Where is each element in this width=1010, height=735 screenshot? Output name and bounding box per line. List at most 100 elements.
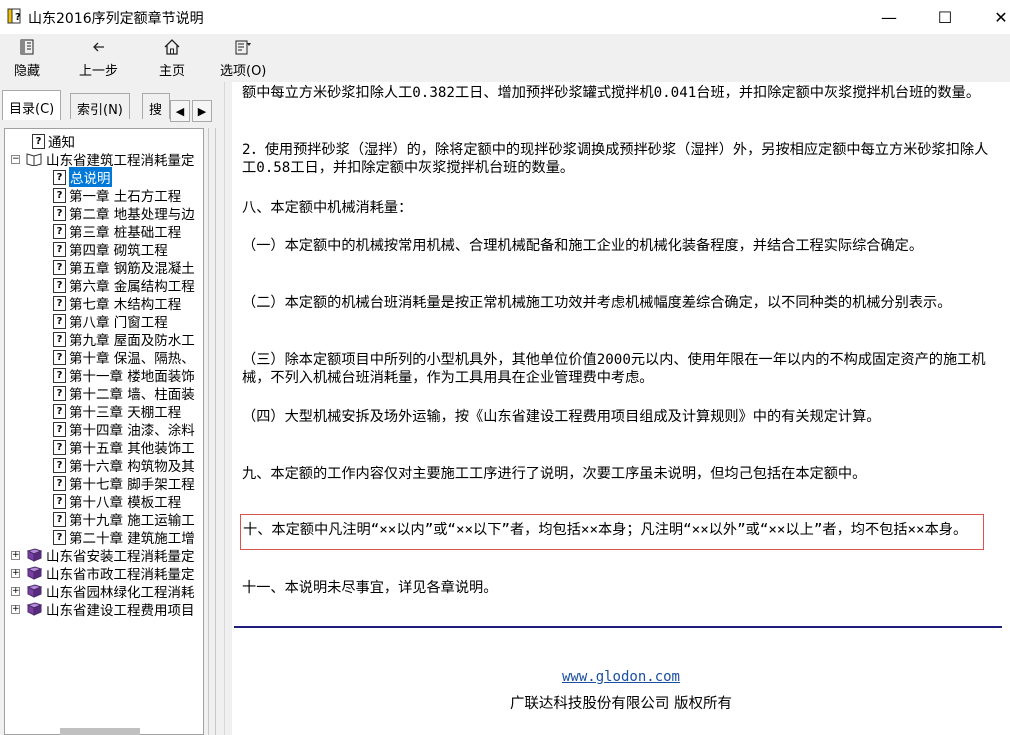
tree-item-building-root[interactable]: − 山东省建筑工程消耗量定: [11, 150, 195, 169]
tab-contents[interactable]: 目录(C): [2, 90, 62, 120]
tree-item-collapsed-root[interactable]: + 山东省建设工程费用项目: [11, 600, 195, 619]
tab-index[interactable]: 索引(N): [70, 93, 130, 119]
tree-item-label-selected: 总说明: [69, 167, 112, 187]
help-topic-icon: ?: [53, 421, 66, 437]
tree-item-label: 山东省园林绿化工程消耗: [46, 585, 195, 601]
help-topic-icon: ?: [53, 331, 66, 347]
tree-item-label: 第十三章 天棚工程: [69, 405, 182, 421]
tree-item-label: 第四章 砌筑工程: [69, 243, 168, 259]
paragraph-machinery-1: （一）本定额中的机械按常用机械、合理机械配备和施工企业的机械化装备程度，并结合工…: [242, 238, 924, 254]
tree-item-chapter[interactable]: ? 第七章 木结构工程: [53, 294, 181, 313]
paragraph-work-content: 九、本定额的工作内容仅对主要施工工序进行了说明，次要工序虽未说明，但均己包括在本…: [242, 466, 867, 482]
tree-item-label: 第二章 地基处理与边: [69, 207, 195, 223]
back-label: 上一步: [79, 64, 119, 79]
tree-horizontal-scroll-thumb[interactable]: [60, 728, 140, 735]
tree-item-label: 第九章 屋面及防水工: [69, 333, 195, 349]
tree-item-label: 山东省市政工程消耗量定: [46, 567, 195, 583]
close-button[interactable]: ✕: [978, 0, 1010, 34]
help-topic-icon: ?: [53, 403, 66, 419]
tree-item-label: 第十六章 构筑物及其: [69, 459, 195, 475]
toolbar: 隐藏 上一步 主页 选项(O): [0, 34, 1010, 82]
paragraph-machinery-4: （四）大型机械安拆及场外运输，按《山东省建设工程费用项目组成及计算规则》中的有关…: [242, 409, 881, 425]
pane-splitter[interactable]: [224, 82, 232, 735]
help-topic-icon: ?: [53, 259, 66, 275]
tree-item-label: 第十九章 施工运输工: [69, 513, 195, 529]
maximize-button[interactable]: ☐: [922, 0, 968, 34]
heading-machinery: 八、本定额中机械消耗量：: [242, 200, 413, 216]
tree-item-chapter[interactable]: ? 第十八章 模板工程: [53, 492, 181, 511]
paragraph-highlighted-ten: 十、本定额中凡注明“××以内”或“××以下”者，均包括××本身；凡注明“××以外…: [240, 514, 984, 550]
tree-item-collapsed-root[interactable]: + 山东省园林绿化工程消耗: [11, 582, 195, 601]
tree-item-chapter[interactable]: ? 第六章 金属结构工程: [53, 276, 195, 295]
tree-item-chapter[interactable]: ? 第十六章 构筑物及其: [53, 456, 195, 475]
tree-item-chapter[interactable]: ? 第十九章 施工运输工: [53, 510, 195, 529]
help-topic-icon: ?: [53, 241, 66, 257]
help-app-icon: ?: [7, 8, 21, 24]
tree-item-chapter[interactable]: ? 第十五章 其他装饰工: [53, 438, 195, 457]
tree-item-chapter[interactable]: ? 第八章 门窗工程: [53, 312, 168, 331]
closed-book-icon: [26, 602, 42, 616]
tree-item-label: 通知: [48, 135, 75, 151]
help-topic-icon: ?: [53, 475, 66, 491]
tab-scroll-left-button[interactable]: ◀: [170, 100, 190, 122]
options-label: 选项(O): [220, 64, 267, 79]
tree-item-chapter[interactable]: ? 第十三章 天棚工程: [53, 402, 182, 421]
minimize-button[interactable]: —: [866, 0, 912, 34]
paragraph-eleven: 十一、本说明未尽事宜，详见各章说明。: [242, 580, 498, 596]
expand-toggle[interactable]: +: [11, 604, 20, 614]
collapse-toggle[interactable]: −: [11, 154, 20, 164]
options-button[interactable]: 选项(O): [220, 36, 266, 80]
topic-content: 额中每立方米砂浆扣除人工0.382工日、增加预拌砂浆罐式搅拌机0.041台班，并…: [232, 82, 1010, 735]
tree-item-label: 第十二章 墙、柱面装: [69, 387, 195, 403]
tree-vertical-scrollbar[interactable]: [207, 128, 217, 735]
tree-item-label: 第五章 钢筋及混凝土: [69, 261, 195, 277]
help-topic-icon: ?: [53, 367, 66, 383]
tree-item-chapter[interactable]: ? 第五章 钢筋及混凝土: [53, 258, 195, 277]
expand-toggle[interactable]: +: [11, 568, 20, 578]
tree-item-label: 第三章 桩基础工程: [69, 225, 182, 241]
hide-button[interactable]: 隐藏: [14, 36, 40, 80]
tree-item-chapter[interactable]: ? 第一章 土石方工程: [53, 186, 182, 205]
tree-item-notice[interactable]: ? 通知: [32, 132, 75, 151]
glodon-website-link[interactable]: www.glodon.com: [232, 668, 1010, 686]
help-topic-icon: ?: [53, 529, 66, 545]
paragraph-mortar-continued: 额中每立方米砂浆扣除人工0.382工日、增加预拌砂浆罐式搅拌机0.041台班，并…: [242, 85, 981, 101]
tab-scroll-right-button[interactable]: ▶: [192, 100, 212, 122]
back-arrow-icon: [88, 36, 110, 58]
expand-toggle[interactable]: +: [11, 586, 20, 596]
tree-item-label: 山东省安装工程消耗量定: [46, 549, 195, 565]
tree-item-label: 山东省建设工程费用项目: [46, 603, 195, 619]
tree-item-chapter[interactable]: ? 第九章 屋面及防水工: [53, 330, 195, 349]
scrollbar-thumb[interactable]: [208, 128, 216, 735]
tree-item-label: 第一章 土石方工程: [69, 189, 182, 205]
back-button[interactable]: 上一步: [79, 36, 118, 80]
tree-item-label: 第十七章 脚手架工程: [69, 477, 195, 493]
home-button[interactable]: 主页: [159, 36, 185, 80]
copyright-text: 广联达科技股份有限公司 版权所有: [509, 696, 733, 712]
help-topic-icon: ?: [53, 349, 66, 365]
tree-item-chapter[interactable]: ? 第十一章 楼地面装饰: [53, 366, 195, 385]
tree-item-chapter[interactable]: ? 第三章 桩基础工程: [53, 222, 182, 241]
window-title: 山东2016序列定额章节说明: [28, 11, 204, 27]
tree-item-chapter[interactable]: ? 第二十章 建筑施工增: [53, 528, 195, 547]
tree-item-collapsed-root[interactable]: + 山东省市政工程消耗量定: [11, 564, 195, 583]
help-topic-icon: ?: [53, 187, 66, 203]
tree-item-label: 第十四章 油漆、涂料: [69, 423, 195, 439]
tree-item-chapter[interactable]: ? 第十章 保温、隔热、: [53, 348, 195, 367]
tree-item-collapsed-root[interactable]: + 山东省安装工程消耗量定: [11, 546, 195, 565]
navigation-pane: 目录(C) 索引(N) 搜 ◀ ▶ ? 通知 − 山东省建筑工程消耗量定 ? 总…: [0, 82, 224, 735]
tree-item-chapter[interactable]: ? 第十二章 墙、柱面装: [53, 384, 195, 403]
expand-toggle[interactable]: +: [11, 550, 20, 560]
tree-item-chapter[interactable]: ? 第十七章 脚手架工程: [53, 474, 195, 493]
tree-item-chapter[interactable]: ? 第十四章 油漆、涂料: [53, 420, 195, 439]
tree-item-general-notes[interactable]: ? 总说明: [53, 167, 112, 187]
tab-search[interactable]: 搜: [142, 93, 170, 119]
tree-item-label: 第十五章 其他装饰工: [69, 441, 195, 457]
paragraph-wet-mortar: 2．使用预拌砂浆（湿拌）的，除将定额中的现拌砂浆调换成预拌砂浆（湿拌）外，另按相…: [242, 142, 989, 176]
tree-item-chapter[interactable]: ? 第二章 地基处理与边: [53, 204, 195, 223]
contents-tree: ? 通知 − 山东省建筑工程消耗量定 ? 总说明 ? 第一章 土石方工程? 第二章 …: [4, 128, 204, 735]
title-bar: ? 山东2016序列定额章节说明 — ☐ ✕: [0, 0, 1010, 34]
tree-item-label: 山东省建筑工程消耗量定: [46, 153, 195, 169]
footer-divider: [234, 626, 1002, 628]
tree-item-chapter[interactable]: ? 第四章 砌筑工程: [53, 240, 168, 259]
